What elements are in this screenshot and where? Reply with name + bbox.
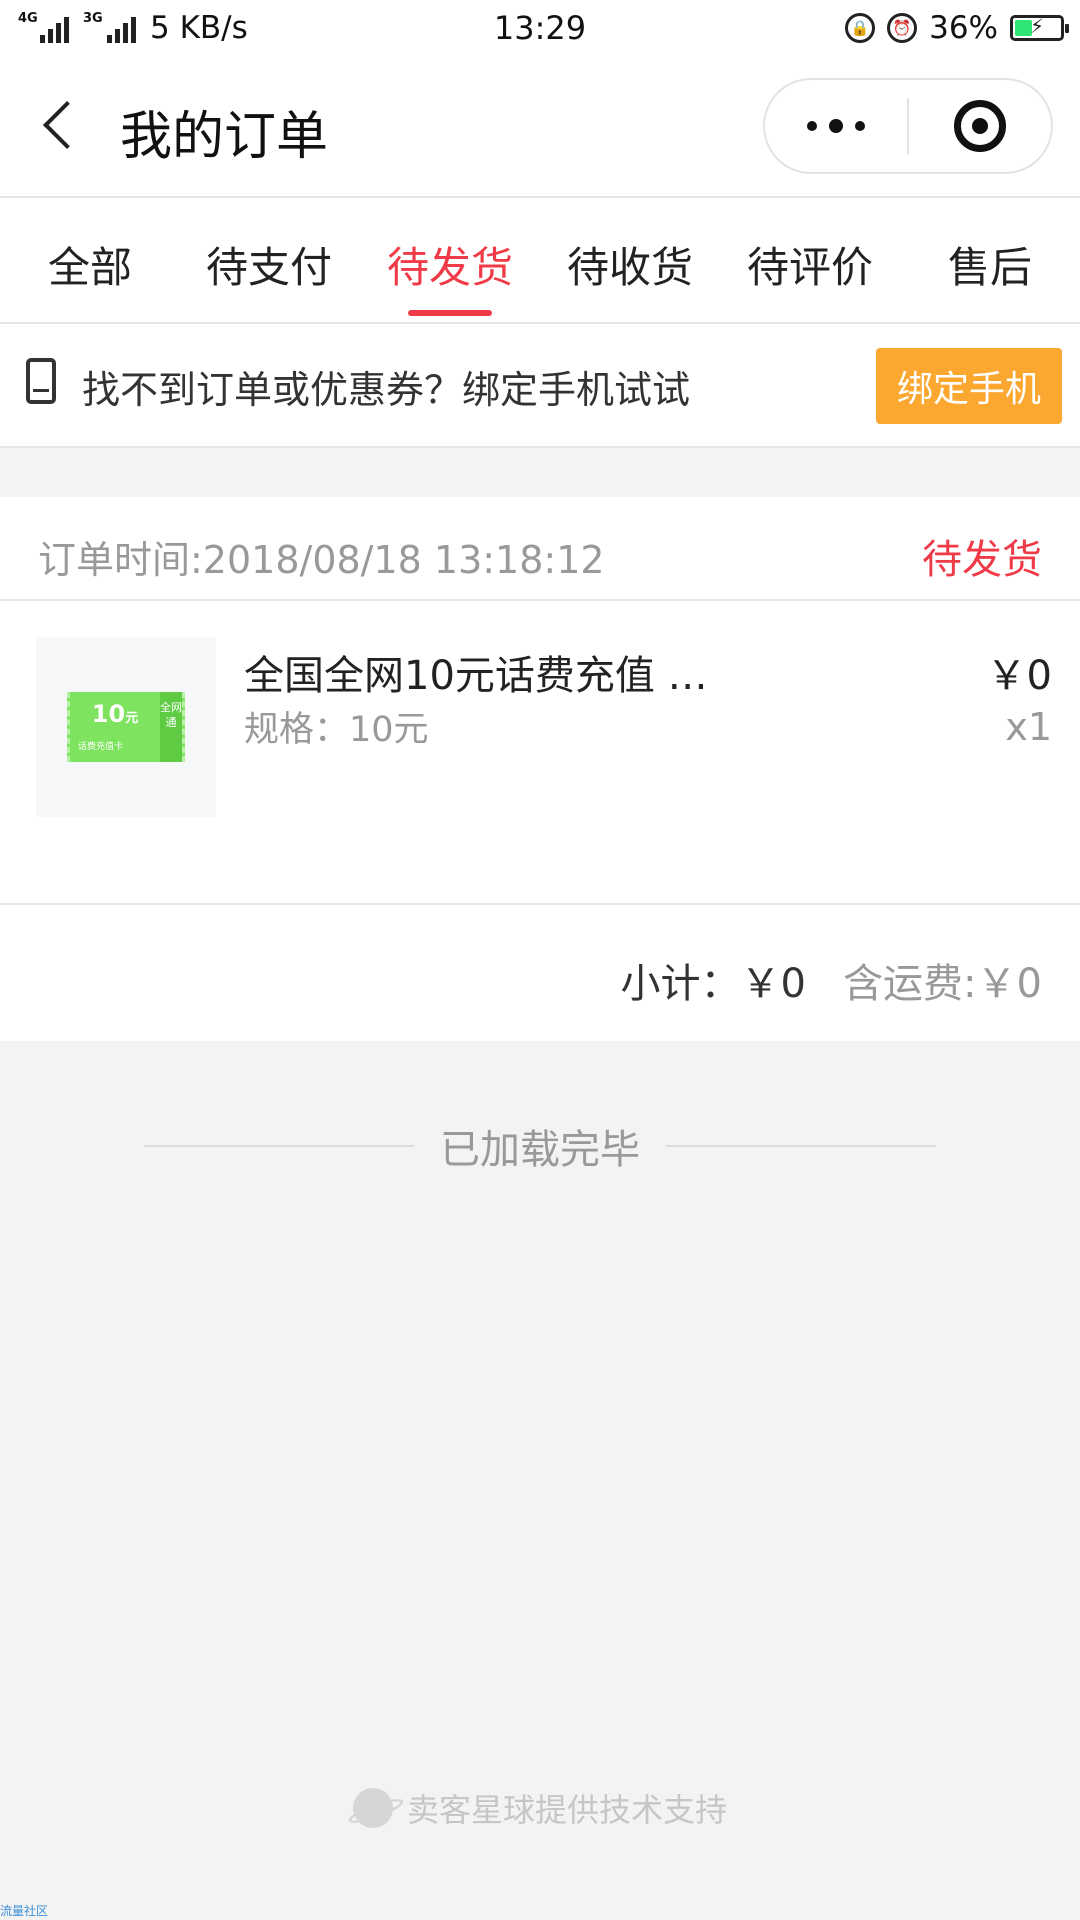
status-right: 🔒 ⏰ 36% ⚡ — [845, 10, 1069, 46]
thumb-side-label: 全网通 — [160, 692, 182, 762]
order-subtotal: 小计：￥0 — [620, 961, 806, 1007]
network-type-2: 3G — [83, 11, 103, 26]
back-arrow-icon — [42, 100, 92, 150]
signal-icon-2: 3G — [81, 11, 136, 43]
recharge-card-image: 10元 话费充值卡 全网通 — [67, 692, 185, 762]
tab-pending-shipment[interactable]: 待发货 — [380, 234, 520, 295]
signal-icon-1: 4G — [16, 11, 69, 43]
battery-percent: 36% — [929, 10, 998, 46]
more-dot-icon — [829, 119, 843, 133]
page: 4G 3G 5 KB/s 13:29 🔒 ⏰ 36% ⚡ 我的订单 全部 待支付… — [0, 0, 1080, 1920]
battery-icon: ⚡ — [1010, 14, 1069, 41]
more-dot-icon — [855, 121, 865, 131]
mini-program-capsule — [763, 78, 1053, 174]
divider-line — [144, 1145, 414, 1147]
back-button[interactable] — [38, 100, 92, 156]
product-spec: 规格：10元 — [244, 710, 429, 750]
order-card[interactable]: 订单时间:2018/08/18 13:18:12 待发货 10元 话费充值卡 全… — [0, 497, 1080, 1041]
rotation-lock-icon: 🔒 — [845, 13, 876, 43]
bind-phone-button[interactable]: 绑定手机 — [876, 348, 1062, 424]
order-header: 订单时间:2018/08/18 13:18:12 待发货 — [0, 497, 1080, 601]
product-quantity: x1 — [1005, 705, 1052, 749]
order-shipping: 含运费:￥0 — [843, 961, 1042, 1007]
target-icon — [954, 100, 1006, 152]
alarm-icon: ⏰ — [887, 13, 918, 43]
divider-line — [666, 1145, 936, 1147]
bind-phone-hint: 找不到订单或优惠券？绑定手机试试 — [82, 368, 691, 412]
bind-phone-banner: 找不到订单或优惠券？绑定手机试试 绑定手机 — [0, 324, 1080, 448]
page-title: 我的订单 — [120, 107, 329, 167]
tech-support-text: 卖客星球提供技术支持 — [406, 1791, 727, 1829]
more-button[interactable] — [765, 80, 907, 172]
watermark: 流量社区 — [0, 1904, 49, 1918]
network-speed: 5 KB/s — [150, 10, 248, 46]
status-left: 4G 3G 5 KB/s — [16, 10, 845, 46]
tab-all[interactable]: 全部 — [20, 234, 160, 295]
order-status: 待发货 — [922, 537, 1042, 583]
product-title: 全国全网10元话费充值 … — [244, 653, 708, 699]
tech-support-footer: 卖客星球提供技术支持 — [0, 1786, 1080, 1830]
tab-after-sales[interactable]: 售后 — [920, 234, 1060, 295]
list-end-text: 已加载完毕 — [440, 1127, 640, 1173]
tab-pending-payment[interactable]: 待支付 — [199, 234, 339, 295]
phone-icon — [26, 358, 56, 404]
thumb-caption: 话费充值卡 — [78, 742, 124, 752]
product-thumbnail: 10元 话费充值卡 全网通 — [36, 637, 216, 817]
product-price: ￥0 — [986, 653, 1052, 699]
network-type-1: 4G — [18, 11, 38, 26]
nav-bar: 我的订单 — [0, 56, 1080, 198]
order-tabs: 全部 待支付 待发货 待收货 待评价 售后 — [0, 198, 1080, 324]
close-mini-program-button[interactable] — [909, 80, 1051, 172]
order-footer: 小计：￥0 含运费:￥0 — [0, 905, 1080, 1041]
order-time: 订单时间:2018/08/18 13:18:12 — [38, 538, 605, 582]
tab-pending-receipt[interactable]: 待收货 — [560, 234, 700, 295]
charging-icon: ⚡ — [1029, 14, 1045, 38]
planet-logo-icon — [352, 1788, 393, 1828]
tab-pending-review[interactable]: 待评价 — [740, 234, 880, 295]
active-tab-indicator — [408, 310, 492, 316]
status-bar: 4G 3G 5 KB/s 13:29 🔒 ⏰ 36% ⚡ — [0, 0, 1080, 56]
more-dot-icon — [807, 121, 817, 131]
order-item[interactable]: 10元 话费充值卡 全网通 全国全网10元话费充值 … 规格：10元 ￥0 x1 — [0, 601, 1080, 905]
list-end-indicator: 已加载完毕 — [144, 1118, 936, 1174]
